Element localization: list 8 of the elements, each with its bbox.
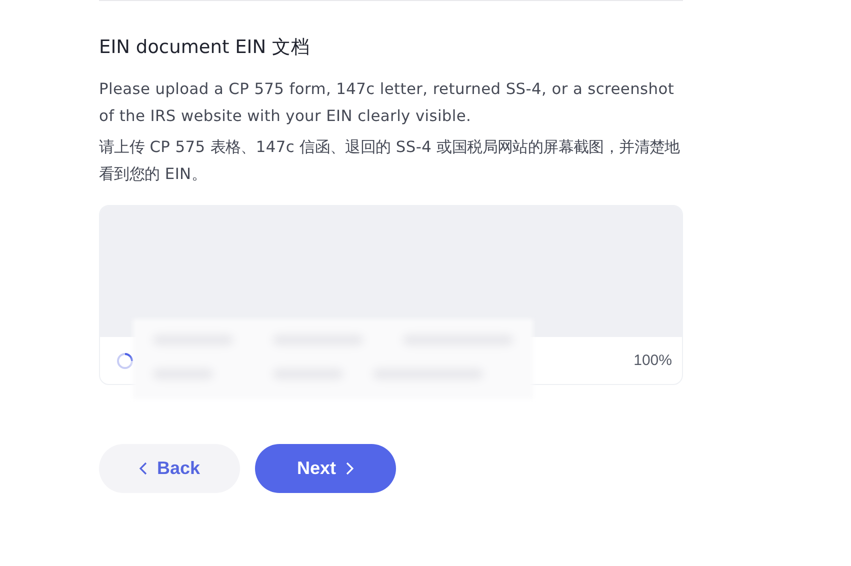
instruction-text: Please upload a CP 575 form, 147c letter, returned SS-4, or a screenshot of the IRS website with your EIN clearly visible. xyxy=(99,79,676,127)
progress-percent: 100% xyxy=(634,352,672,369)
back-button[interactable]: Back xyxy=(99,444,240,493)
chevron-right-icon xyxy=(346,462,354,475)
section-title: EIN document EIN 文档 xyxy=(99,36,311,60)
instruction-text: 请上传 CP 575 表格、147c 信函、退回的 SS-4 或国税局网站的屏幕截图，并清楚地看到您的 EIN。 xyxy=(99,137,681,185)
next-button[interactable]: Next xyxy=(255,444,396,493)
chevron-left-icon xyxy=(138,462,147,475)
